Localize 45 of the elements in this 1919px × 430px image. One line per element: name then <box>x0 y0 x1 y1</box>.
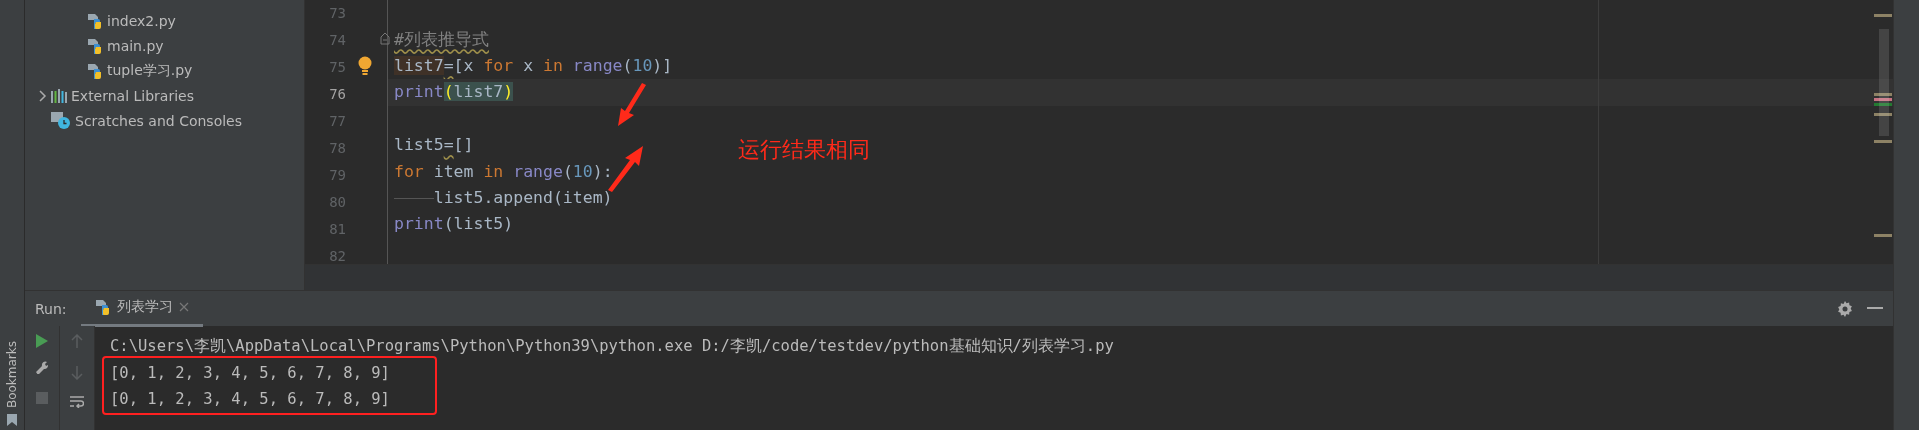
line-number: 81 <box>328 220 346 239</box>
tree-item[interactable]: main.py <box>107 37 164 54</box>
python-file-icon <box>94 299 111 315</box>
settings-icon[interactable] <box>1837 300 1853 317</box>
line-number: 74 <box>328 31 346 50</box>
code-line: list5=[] <box>394 134 474 157</box>
code-line: print(list7) <box>394 81 514 104</box>
lightbulb-icon[interactable] <box>358 55 372 76</box>
line-number: 77 <box>328 112 346 131</box>
run-tab[interactable]: 列表学习 <box>80 290 203 327</box>
console-line: C:\Users\李凯\AppData\Local\Programs\Python\Python39\python.exe D:/李凯/code/testdev/python基础知识/列表学习.py <box>110 336 1115 357</box>
fold-icon[interactable] <box>380 32 390 46</box>
tree-item[interactable]: Scratches and Consoles <box>75 112 242 129</box>
line-number: 78 <box>328 139 346 158</box>
run-title: Run: <box>35 300 67 317</box>
line-number: 76 <box>328 85 346 104</box>
line-number: 79 <box>328 166 346 185</box>
scrollbar-thumb[interactable] <box>1879 29 1889 136</box>
tree-item[interactable]: index2.py <box>107 12 176 29</box>
tree-item[interactable]: External Libraries <box>71 87 194 104</box>
wrench-icon[interactable] <box>35 360 49 374</box>
library-icon <box>51 88 67 103</box>
python-file-icon <box>87 12 103 29</box>
console-line: [0, 1, 2, 3, 4, 5, 6, 7, 8, 9] <box>110 389 391 410</box>
code-line: for item in range(10): <box>394 160 613 183</box>
console-clock-icon <box>51 111 71 130</box>
bookmark-icon[interactable] <box>7 414 17 426</box>
line-number: 82 <box>328 247 346 264</box>
line-number: 75 <box>328 58 346 77</box>
bookmarks-tab[interactable]: Bookmarks <box>5 340 19 408</box>
python-file-icon <box>87 37 103 54</box>
code-line: list5.append(item) <box>394 187 613 210</box>
run-icon[interactable] <box>36 334 48 348</box>
code-line: print(list5) <box>394 213 514 236</box>
code-line: list7=[x for x in range(10)] <box>394 55 673 77</box>
chevron-icon[interactable] <box>37 89 47 102</box>
line-number: 73 <box>328 4 346 23</box>
annotation-text: 运行结果相同 <box>738 136 870 164</box>
python-file-icon <box>87 62 103 79</box>
soft-wrap-icon[interactable] <box>70 396 84 408</box>
code-line: #列表推导式 <box>394 28 489 51</box>
tree-item[interactable]: tuple学习.py <box>107 61 193 80</box>
line-number: 80 <box>328 193 346 212</box>
close-icon[interactable] <box>178 302 189 312</box>
console-line: [0, 1, 2, 3, 4, 5, 6, 7, 8, 9] <box>110 362 391 384</box>
